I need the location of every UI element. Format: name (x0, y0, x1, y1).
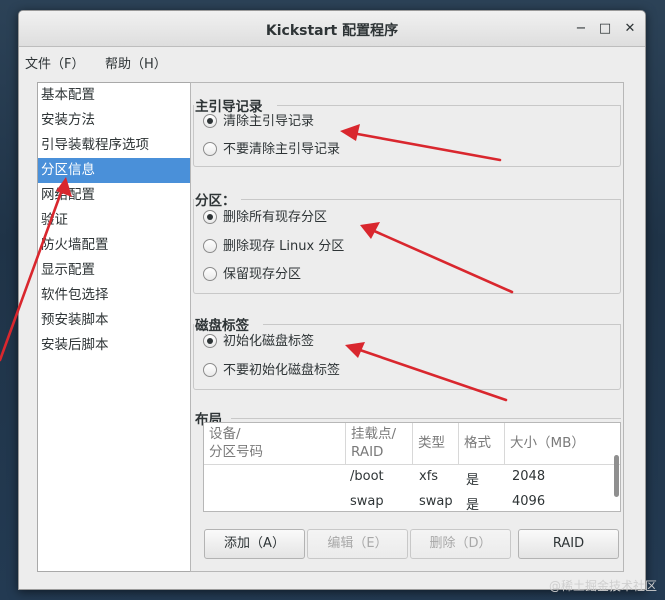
disklabel-init-label: 初始化磁盘标签 (223, 334, 315, 349)
radio-selected-icon[interactable] (203, 113, 217, 128)
sidebar-item-basic[interactable]: 基本配置 (38, 83, 190, 108)
sidebar-item-partitions[interactable]: 分区信息 (38, 158, 190, 183)
column-header-mount[interactable]: 挂载点/ RAID (346, 423, 413, 465)
partition-panel: 主引导记录 清除主引导记录 不要清除主引导记录 分区： 删除所有现存分区 删除现… (190, 82, 624, 572)
row2-type[interactable]: swap (419, 494, 453, 509)
row1-size[interactable]: 2048 (512, 469, 545, 484)
sidebar-item-auth[interactable]: 验证 (38, 208, 190, 233)
close-icon[interactable]: ✕ (620, 19, 640, 39)
layout-divider (231, 418, 621, 419)
mbr-clear-label: 清除主引导记录 (223, 114, 315, 129)
menu-help[interactable]: 帮助（H） (105, 53, 167, 72)
row2-format[interactable]: 是 (466, 494, 479, 511)
partitions-remove-all-option[interactable]: 删除所有现存分区 (203, 206, 327, 226)
row1-mount[interactable]: /boot (350, 469, 384, 484)
menu-bar: 文件（F） 帮助（H） (19, 48, 645, 74)
partitions-preserve-label: 保留现存分区 (223, 267, 302, 282)
row1-type[interactable]: xfs (419, 469, 438, 484)
row2-mount[interactable]: swap (350, 494, 384, 509)
partitions-remove-linux-option[interactable]: 删除现存 Linux 分区 (203, 235, 344, 255)
delete-button[interactable]: 删除（D） (410, 529, 511, 559)
mbr-keep-option[interactable]: 不要清除主引导记录 (203, 138, 340, 158)
maximize-icon[interactable]: □ (595, 19, 615, 39)
row2-size[interactable]: 4096 (512, 494, 545, 509)
radio-icon[interactable] (203, 362, 217, 377)
partitions-preserve-option[interactable]: 保留现存分区 (203, 263, 301, 283)
sidebar-item-firewall[interactable]: 防火墙配置 (38, 233, 190, 258)
disklabel-init-option[interactable]: 初始化磁盘标签 (203, 330, 314, 350)
partition-table[interactable]: 设备/ 分区号码 挂载点/ RAID 类型 格式 大小（MB） /boot xf… (203, 422, 621, 512)
table-scrollbar[interactable] (614, 455, 619, 497)
radio-selected-icon[interactable] (203, 333, 217, 348)
sidebar-item-pre-script[interactable]: 预安装脚本 (38, 308, 190, 333)
radio-icon[interactable] (203, 141, 217, 156)
disklabel-noinit-label: 不要初始化磁盘标签 (223, 363, 341, 378)
mbr-clear-option[interactable]: 清除主引导记录 (203, 110, 314, 130)
add-button[interactable]: 添加（A） (204, 529, 305, 559)
partitions-remove-linux-label: 删除现存 Linux 分区 (223, 239, 345, 254)
menu-file[interactable]: 文件（F） (25, 53, 84, 72)
column-header-device[interactable]: 设备/ 分区号码 (204, 423, 346, 465)
radio-selected-icon[interactable] (203, 209, 217, 224)
sidebar-item-display[interactable]: 显示配置 (38, 258, 190, 283)
sidebar-item-bootloader[interactable]: 引导装载程序选项 (38, 133, 190, 158)
sidebar-item-packages[interactable]: 软件包选择 (38, 283, 190, 308)
raid-button[interactable]: RAID (518, 529, 619, 559)
row1-format[interactable]: 是 (466, 469, 479, 488)
title-bar: Kickstart 配置程序 − □ ✕ (19, 11, 645, 47)
disklabel-noinit-option[interactable]: 不要初始化磁盘标签 (203, 359, 340, 379)
column-header-type[interactable]: 类型 (413, 423, 459, 465)
partitions-remove-all-label: 删除所有现存分区 (223, 210, 328, 225)
sidebar-item-install-method[interactable]: 安装方法 (38, 108, 190, 133)
watermark: @稀土掘金技术社区 (548, 579, 657, 593)
column-header-size[interactable]: 大小（MB） (505, 423, 620, 465)
sidebar-item-post-script[interactable]: 安装后脚本 (38, 333, 190, 358)
minimize-icon[interactable]: − (571, 19, 591, 39)
mbr-keep-label: 不要清除主引导记录 (223, 142, 341, 157)
category-list: 基本配置 安装方法 引导装载程序选项 分区信息 网络配置 验证 防火墙配置 显示… (37, 82, 191, 572)
column-header-format[interactable]: 格式 (459, 423, 505, 465)
radio-icon[interactable] (203, 266, 217, 281)
sidebar-item-network[interactable]: 网络配置 (38, 183, 190, 208)
window-title: Kickstart 配置程序 (265, 23, 399, 39)
edit-button[interactable]: 编辑（E） (307, 529, 408, 559)
radio-icon[interactable] (203, 238, 217, 253)
